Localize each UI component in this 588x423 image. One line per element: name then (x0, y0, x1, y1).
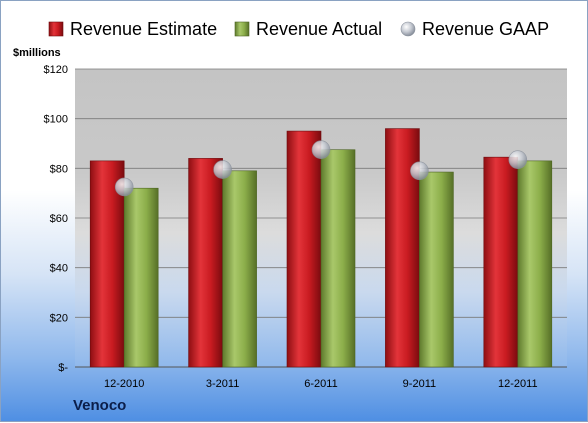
marker-revenue-gaap (508, 150, 528, 169)
x-tick-label: 12-2011 (498, 378, 538, 390)
chart-frame: $- $20 $40 $60 $80 $100 $120 12-2010 3-2011 6-20… (0, 0, 588, 422)
y-tick-label: $20 (50, 312, 68, 324)
y-tick-label: $40 (50, 263, 68, 275)
bar-revenue-estimate (188, 158, 223, 368)
legend-label: Revenue Actual (256, 19, 382, 39)
marker-revenue-gaap (311, 140, 331, 160)
bar-revenue-actual (419, 171, 454, 368)
bar-revenue-actual (222, 170, 257, 368)
y-axis-ticks: $- $20 $40 $60 $80 $100 $120 (44, 64, 69, 374)
marker-revenue-gaap (410, 161, 429, 181)
bar-revenue-estimate (483, 156, 519, 368)
y-tick-label: $120 (44, 64, 68, 76)
y-tick-label: $80 (50, 163, 68, 175)
legend-swatch-actual (234, 21, 250, 37)
legend-label: Revenue Estimate (70, 19, 217, 39)
y-tick-label: $60 (50, 213, 68, 225)
legend-swatch-estimate (48, 21, 64, 37)
legend: Revenue Estimate Revenue Actual Revenue GA… (48, 19, 549, 39)
y-tick-label: $100 (44, 114, 68, 126)
legend-marker-gaap (400, 21, 416, 37)
x-axis-ticks: 12-2010 3-2011 6-2011 9-2011 12-2011 (104, 378, 538, 390)
y-axis-label: $millions (13, 47, 61, 59)
x-tick-label: 6-2011 (304, 378, 337, 390)
bar-chart: $- $20 $40 $60 $80 $100 $120 12-2010 3-2011 6-20… (13, 19, 567, 390)
marker-revenue-gaap (114, 177, 134, 197)
legend-label: Revenue GAAP (422, 19, 549, 39)
x-tick-label: 12-2010 (104, 378, 144, 390)
company-name: Venoco (73, 397, 127, 414)
marker-revenue-gaap (213, 160, 232, 179)
bar-revenue-estimate (286, 130, 322, 368)
bar-revenue-actual (123, 187, 159, 368)
y-tick-label: $- (58, 362, 68, 374)
x-tick-label: 9-2011 (403, 378, 436, 390)
bar-revenue-actual (320, 149, 356, 368)
x-tick-label: 3-2011 (206, 378, 239, 390)
bar-revenue-actual (517, 160, 553, 368)
